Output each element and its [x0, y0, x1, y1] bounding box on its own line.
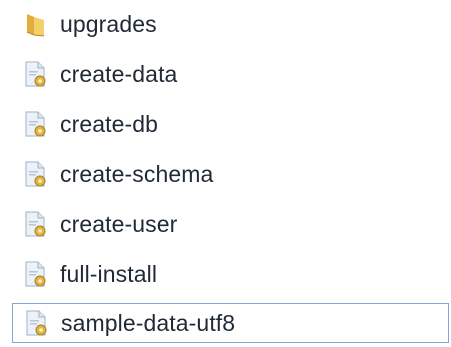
- file-list: upgrades create-data create-db create-sc…: [0, 0, 451, 347]
- file-item-create-schema[interactable]: create-schema: [12, 154, 449, 194]
- file-item-label: full-install: [60, 260, 158, 287]
- file-item-label: sample-data-utf8: [61, 309, 236, 336]
- file-item-create-data[interactable]: create-data: [12, 54, 449, 94]
- file-item-create-db[interactable]: create-db: [12, 104, 449, 144]
- file-item-create-user[interactable]: create-user: [12, 204, 449, 244]
- script-file-icon: [23, 308, 51, 338]
- file-item-upgrades[interactable]: upgrades: [12, 4, 449, 44]
- file-item-label: create-db: [60, 110, 159, 137]
- file-item-sample-data-utf8[interactable]: sample-data-utf8: [12, 303, 449, 343]
- script-file-icon: [22, 59, 50, 89]
- script-file-icon: [22, 109, 50, 139]
- script-file-icon: [22, 259, 50, 289]
- file-item-label: create-user: [60, 210, 178, 237]
- folder-icon: [22, 9, 50, 39]
- file-item-label: create-data: [60, 60, 178, 87]
- script-file-icon: [22, 209, 50, 239]
- file-item-label: create-schema: [60, 160, 214, 187]
- script-file-icon: [22, 159, 50, 189]
- file-item-full-install[interactable]: full-install: [12, 254, 449, 294]
- file-item-label: upgrades: [60, 10, 157, 37]
